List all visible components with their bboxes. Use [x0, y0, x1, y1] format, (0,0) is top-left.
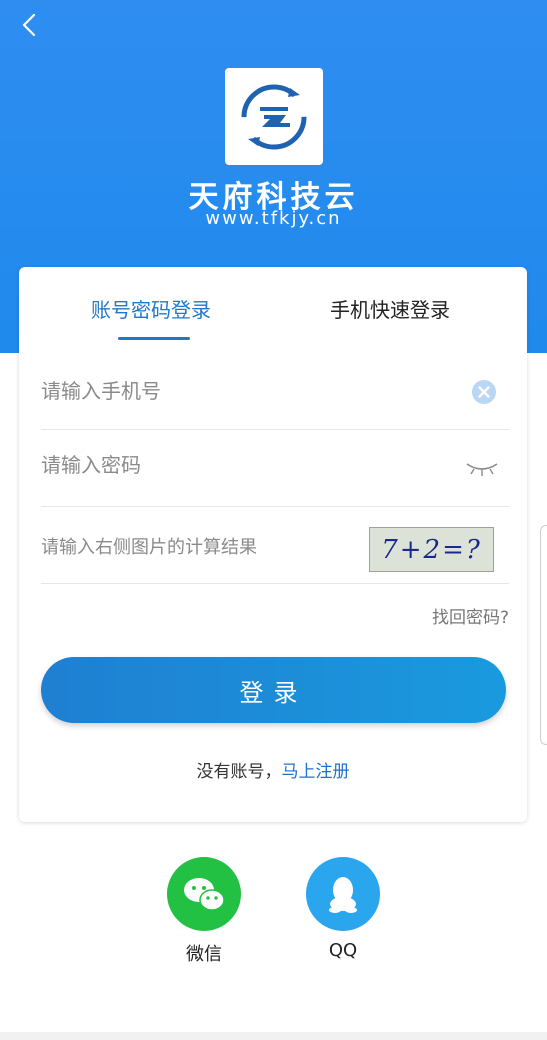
active-tab-indicator	[118, 337, 190, 340]
wechat-login[interactable]: 微信	[167, 857, 241, 966]
wechat-icon	[184, 878, 225, 911]
login-card: 账号密码登录 手机快速登录 7+2=? 找回密码? 登录 没有账号，马上注册	[19, 267, 527, 822]
password-input[interactable]	[41, 453, 401, 477]
register-link[interactable]: 马上注册	[282, 762, 350, 782]
app-logo	[225, 68, 323, 165]
clear-icon[interactable]	[471, 379, 497, 405]
captcha-input[interactable]	[41, 537, 341, 558]
register-row: 没有账号，马上注册	[19, 757, 527, 782]
no-account-text: 没有账号，	[196, 762, 282, 782]
captcha-field: 7+2=?	[41, 506, 509, 584]
password-field	[41, 429, 509, 507]
qq-icon	[329, 877, 357, 913]
qq-circle[interactable]	[306, 857, 380, 931]
eye-closed-icon[interactable]	[465, 461, 499, 477]
qq-login[interactable]: QQ	[306, 857, 380, 961]
phone-input[interactable]	[41, 379, 401, 403]
phone-field	[41, 359, 509, 430]
brand-url: www.tfkjy.cn	[205, 208, 342, 229]
back-button[interactable]	[14, 10, 44, 40]
back-chevron-icon	[22, 13, 36, 37]
bottom-divider	[0, 1032, 547, 1040]
side-scroll-handle[interactable]	[540, 525, 547, 745]
login-button[interactable]: 登录	[41, 657, 506, 723]
qq-label: QQ	[328, 940, 358, 961]
tianfu-cloud-logo-icon	[241, 84, 307, 149]
forgot-password-link[interactable]: 找回密码?	[432, 603, 509, 628]
captcha-image[interactable]: 7+2=?	[369, 527, 494, 572]
wechat-label: 微信	[186, 944, 222, 965]
tab-account-password-login[interactable]: 账号密码登录	[91, 294, 211, 323]
tab-phone-quick-login[interactable]: 手机快速登录	[330, 294, 450, 323]
wechat-circle[interactable]	[167, 857, 241, 931]
